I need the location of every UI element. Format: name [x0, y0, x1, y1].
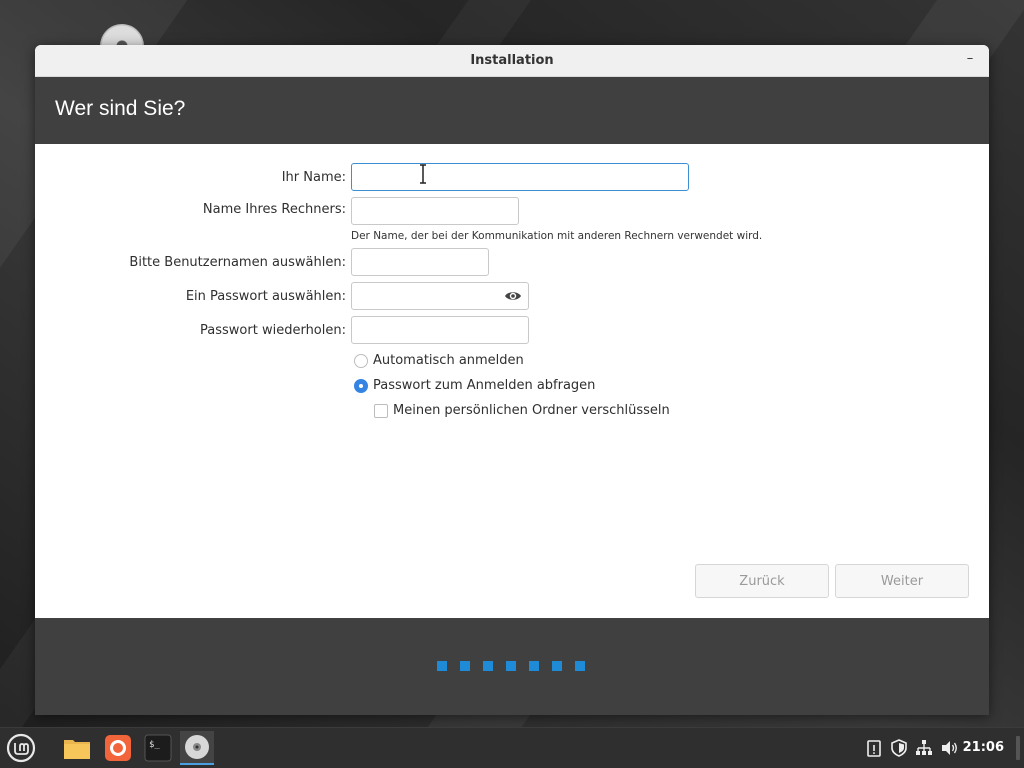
- volume-svg: [942, 741, 957, 755]
- clipboard-alert-icon[interactable]: [864, 738, 884, 758]
- svg-text:$_: $_: [149, 740, 160, 750]
- progress-step: [437, 661, 447, 671]
- password-field[interactable]: [351, 282, 529, 310]
- encrypt-home-checkbox-row[interactable]: Meinen persönlichen Ordner verschlüsseln: [374, 403, 670, 418]
- taskbar-files-button[interactable]: [60, 731, 94, 765]
- back-button[interactable]: Zurück: [695, 564, 829, 598]
- computer-name-field[interactable]: [351, 197, 519, 225]
- encrypt-home-label: Meinen persönlichen Ordner verschlüsseln: [393, 403, 670, 418]
- password-input[interactable]: [352, 283, 528, 309]
- progress-indicator: [437, 661, 585, 671]
- progress-step: [483, 661, 493, 671]
- auto-login-radio[interactable]: [354, 353, 368, 368]
- password-repeat-label: Passwort wiederholen:: [200, 323, 346, 338]
- firefox-icon: [105, 735, 131, 761]
- ask-password-radio[interactable]: [354, 378, 368, 393]
- clock[interactable]: 21:06: [963, 740, 1004, 755]
- installer-footer: [35, 618, 989, 715]
- computer-name-hint: Der Name, der bei der Kommunikation mit …: [351, 230, 763, 242]
- show-desktop-button[interactable]: [1016, 736, 1020, 760]
- page-header: Wer sind Sie?: [35, 77, 989, 144]
- progress-step: [529, 661, 539, 671]
- progress-step: [552, 661, 562, 671]
- computer-name-input[interactable]: [352, 198, 518, 224]
- window-title: Installation: [470, 53, 554, 68]
- minimize-button[interactable]: –: [963, 51, 977, 67]
- text-cursor-icon: [420, 164, 426, 184]
- network-icon[interactable]: [914, 738, 934, 758]
- progress-step: [575, 661, 585, 671]
- clipboard-alert-svg: [867, 740, 881, 757]
- volume-icon[interactable]: [940, 738, 960, 758]
- ask-password-radio-row[interactable]: Passwort zum Anmelden abfragen: [354, 378, 595, 393]
- name-input[interactable]: [352, 164, 688, 190]
- taskbar-installer-button[interactable]: [180, 731, 214, 765]
- taskbar-firefox-button[interactable]: [101, 731, 135, 765]
- files-folder-icon: [64, 740, 90, 759]
- username-field[interactable]: [351, 248, 489, 276]
- ask-password-label: Passwort zum Anmelden abfragen: [373, 378, 596, 393]
- taskbar: $_ 21:06: [0, 727, 1024, 768]
- auto-login-radio-row[interactable]: Automatisch anmelden: [354, 353, 524, 368]
- shield-icon[interactable]: [889, 738, 909, 758]
- username-label: Bitte Benutzernamen auswählen:: [129, 255, 346, 270]
- taskbar-terminal-button[interactable]: $_: [141, 731, 175, 765]
- progress-step: [506, 661, 516, 671]
- page-title: Wer sind Sie?: [55, 97, 186, 120]
- installer-disc-icon: [185, 735, 209, 759]
- linux-mint-menu-button[interactable]: [4, 731, 38, 765]
- password-label: Ein Passwort auswählen:: [185, 289, 346, 304]
- terminal-icon: $_: [144, 734, 172, 762]
- linux-mint-menu-icon: [6, 733, 36, 763]
- name-field[interactable]: [351, 163, 689, 191]
- name-label: Ihr Name:: [281, 170, 346, 185]
- auto-login-label: Automatisch anmelden: [373, 353, 524, 368]
- show-password-eye-icon[interactable]: [504, 288, 522, 304]
- password-repeat-input[interactable]: [352, 317, 528, 343]
- installer-window: Installation – Wer sind Sie? Ihr Name: N…: [35, 45, 989, 715]
- password-repeat-field[interactable]: [351, 316, 529, 344]
- next-button[interactable]: Weiter: [835, 564, 969, 598]
- progress-step: [460, 661, 470, 671]
- encrypt-home-checkbox[interactable]: [374, 403, 388, 418]
- username-input[interactable]: [352, 249, 488, 275]
- window-titlebar[interactable]: Installation –: [35, 45, 989, 77]
- computer-name-label: Name Ihres Rechners:: [202, 202, 346, 217]
- network-svg: [916, 740, 932, 755]
- shield-svg: [891, 739, 907, 757]
- form-content: Ihr Name: Name Ihres Rechners: Der Name,…: [35, 144, 989, 618]
